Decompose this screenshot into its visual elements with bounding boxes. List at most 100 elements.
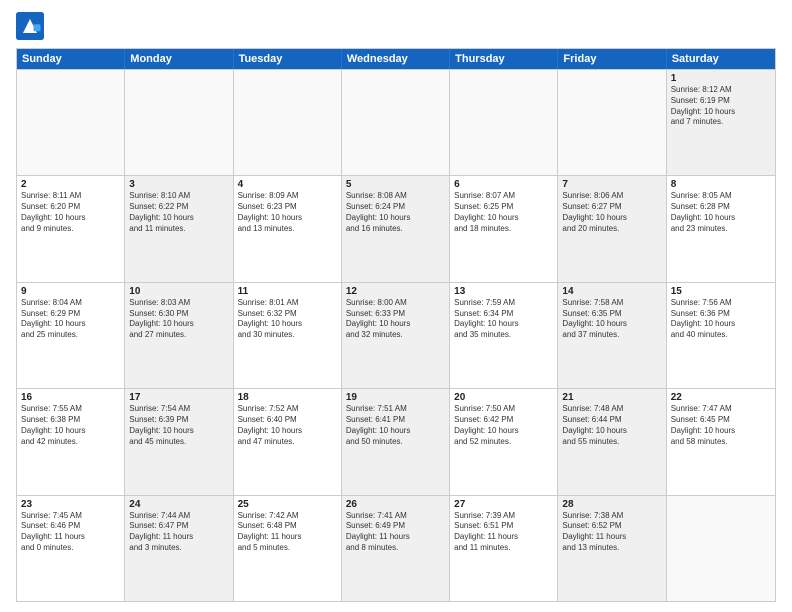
calendar-cell: 23Sunrise: 7:45 AM Sunset: 6:46 PM Dayli… bbox=[17, 496, 125, 601]
day-detail: Sunrise: 7:48 AM Sunset: 6:44 PM Dayligh… bbox=[562, 404, 661, 447]
day-header-monday: Monday bbox=[125, 49, 233, 69]
day-detail: Sunrise: 8:06 AM Sunset: 6:27 PM Dayligh… bbox=[562, 191, 661, 234]
calendar-cell: 2Sunrise: 8:11 AM Sunset: 6:20 PM Daylig… bbox=[17, 176, 125, 281]
day-detail: Sunrise: 7:42 AM Sunset: 6:48 PM Dayligh… bbox=[238, 511, 337, 554]
logo bbox=[16, 12, 48, 40]
calendar-cell: 8Sunrise: 8:05 AM Sunset: 6:28 PM Daylig… bbox=[667, 176, 775, 281]
calendar-cell: 24Sunrise: 7:44 AM Sunset: 6:47 PM Dayli… bbox=[125, 496, 233, 601]
calendar-cell: 10Sunrise: 8:03 AM Sunset: 6:30 PM Dayli… bbox=[125, 283, 233, 388]
day-number: 23 bbox=[21, 499, 120, 510]
calendar-week-5: 23Sunrise: 7:45 AM Sunset: 6:46 PM Dayli… bbox=[17, 495, 775, 601]
calendar-cell: 15Sunrise: 7:56 AM Sunset: 6:36 PM Dayli… bbox=[667, 283, 775, 388]
day-detail: Sunrise: 8:04 AM Sunset: 6:29 PM Dayligh… bbox=[21, 298, 120, 341]
day-detail: Sunrise: 8:01 AM Sunset: 6:32 PM Dayligh… bbox=[238, 298, 337, 341]
calendar-cell bbox=[342, 70, 450, 175]
day-number: 1 bbox=[671, 73, 771, 84]
day-number: 19 bbox=[346, 392, 445, 403]
day-number: 25 bbox=[238, 499, 337, 510]
calendar-cell: 11Sunrise: 8:01 AM Sunset: 6:32 PM Dayli… bbox=[234, 283, 342, 388]
day-number: 10 bbox=[129, 286, 228, 297]
calendar-cell: 9Sunrise: 8:04 AM Sunset: 6:29 PM Daylig… bbox=[17, 283, 125, 388]
calendar-cell: 14Sunrise: 7:58 AM Sunset: 6:35 PM Dayli… bbox=[558, 283, 666, 388]
day-number: 24 bbox=[129, 499, 228, 510]
day-detail: Sunrise: 7:56 AM Sunset: 6:36 PM Dayligh… bbox=[671, 298, 771, 341]
day-number: 13 bbox=[454, 286, 553, 297]
calendar-cell: 19Sunrise: 7:51 AM Sunset: 6:41 PM Dayli… bbox=[342, 389, 450, 494]
calendar-week-1: 1Sunrise: 8:12 AM Sunset: 6:19 PM Daylig… bbox=[17, 69, 775, 175]
day-detail: Sunrise: 8:08 AM Sunset: 6:24 PM Dayligh… bbox=[346, 191, 445, 234]
calendar-cell: 13Sunrise: 7:59 AM Sunset: 6:34 PM Dayli… bbox=[450, 283, 558, 388]
day-number: 6 bbox=[454, 179, 553, 190]
day-number: 15 bbox=[671, 286, 771, 297]
calendar-header: SundayMondayTuesdayWednesdayThursdayFrid… bbox=[17, 49, 775, 69]
calendar-body: 1Sunrise: 8:12 AM Sunset: 6:19 PM Daylig… bbox=[17, 69, 775, 601]
calendar-cell: 1Sunrise: 8:12 AM Sunset: 6:19 PM Daylig… bbox=[667, 70, 775, 175]
day-number: 14 bbox=[562, 286, 661, 297]
day-number: 3 bbox=[129, 179, 228, 190]
day-detail: Sunrise: 7:59 AM Sunset: 6:34 PM Dayligh… bbox=[454, 298, 553, 341]
day-number: 11 bbox=[238, 286, 337, 297]
calendar-cell: 22Sunrise: 7:47 AM Sunset: 6:45 PM Dayli… bbox=[667, 389, 775, 494]
calendar-cell bbox=[667, 496, 775, 601]
calendar-cell: 21Sunrise: 7:48 AM Sunset: 6:44 PM Dayli… bbox=[558, 389, 666, 494]
calendar-cell: 27Sunrise: 7:39 AM Sunset: 6:51 PM Dayli… bbox=[450, 496, 558, 601]
day-detail: Sunrise: 7:55 AM Sunset: 6:38 PM Dayligh… bbox=[21, 404, 120, 447]
day-number: 8 bbox=[671, 179, 771, 190]
calendar-cell: 6Sunrise: 8:07 AM Sunset: 6:25 PM Daylig… bbox=[450, 176, 558, 281]
day-number: 28 bbox=[562, 499, 661, 510]
day-number: 16 bbox=[21, 392, 120, 403]
logo-icon bbox=[16, 12, 44, 40]
day-header-thursday: Thursday bbox=[450, 49, 558, 69]
day-number: 17 bbox=[129, 392, 228, 403]
calendar-week-4: 16Sunrise: 7:55 AM Sunset: 6:38 PM Dayli… bbox=[17, 388, 775, 494]
day-detail: Sunrise: 8:05 AM Sunset: 6:28 PM Dayligh… bbox=[671, 191, 771, 234]
calendar-cell: 3Sunrise: 8:10 AM Sunset: 6:22 PM Daylig… bbox=[125, 176, 233, 281]
day-number: 12 bbox=[346, 286, 445, 297]
day-number: 4 bbox=[238, 179, 337, 190]
calendar-cell: 12Sunrise: 8:00 AM Sunset: 6:33 PM Dayli… bbox=[342, 283, 450, 388]
day-number: 7 bbox=[562, 179, 661, 190]
day-number: 9 bbox=[21, 286, 120, 297]
day-detail: Sunrise: 7:58 AM Sunset: 6:35 PM Dayligh… bbox=[562, 298, 661, 341]
calendar-cell bbox=[234, 70, 342, 175]
day-detail: Sunrise: 7:51 AM Sunset: 6:41 PM Dayligh… bbox=[346, 404, 445, 447]
day-detail: Sunrise: 8:03 AM Sunset: 6:30 PM Dayligh… bbox=[129, 298, 228, 341]
calendar-cell bbox=[558, 70, 666, 175]
day-detail: Sunrise: 7:52 AM Sunset: 6:40 PM Dayligh… bbox=[238, 404, 337, 447]
calendar-week-3: 9Sunrise: 8:04 AM Sunset: 6:29 PM Daylig… bbox=[17, 282, 775, 388]
day-detail: Sunrise: 8:11 AM Sunset: 6:20 PM Dayligh… bbox=[21, 191, 120, 234]
day-number: 18 bbox=[238, 392, 337, 403]
day-detail: Sunrise: 7:39 AM Sunset: 6:51 PM Dayligh… bbox=[454, 511, 553, 554]
calendar-cell: 18Sunrise: 7:52 AM Sunset: 6:40 PM Dayli… bbox=[234, 389, 342, 494]
calendar-cell: 5Sunrise: 8:08 AM Sunset: 6:24 PM Daylig… bbox=[342, 176, 450, 281]
day-header-wednesday: Wednesday bbox=[342, 49, 450, 69]
calendar-cell: 25Sunrise: 7:42 AM Sunset: 6:48 PM Dayli… bbox=[234, 496, 342, 601]
day-detail: Sunrise: 8:12 AM Sunset: 6:19 PM Dayligh… bbox=[671, 85, 771, 128]
day-header-tuesday: Tuesday bbox=[234, 49, 342, 69]
calendar-cell: 28Sunrise: 7:38 AM Sunset: 6:52 PM Dayli… bbox=[558, 496, 666, 601]
calendar-cell: 16Sunrise: 7:55 AM Sunset: 6:38 PM Dayli… bbox=[17, 389, 125, 494]
day-detail: Sunrise: 7:50 AM Sunset: 6:42 PM Dayligh… bbox=[454, 404, 553, 447]
day-number: 21 bbox=[562, 392, 661, 403]
header bbox=[16, 12, 776, 40]
day-number: 20 bbox=[454, 392, 553, 403]
calendar-week-2: 2Sunrise: 8:11 AM Sunset: 6:20 PM Daylig… bbox=[17, 175, 775, 281]
day-detail: Sunrise: 8:10 AM Sunset: 6:22 PM Dayligh… bbox=[129, 191, 228, 234]
day-number: 22 bbox=[671, 392, 771, 403]
page: SundayMondayTuesdayWednesdayThursdayFrid… bbox=[0, 0, 792, 612]
day-detail: Sunrise: 8:09 AM Sunset: 6:23 PM Dayligh… bbox=[238, 191, 337, 234]
calendar-cell: 17Sunrise: 7:54 AM Sunset: 6:39 PM Dayli… bbox=[125, 389, 233, 494]
day-number: 5 bbox=[346, 179, 445, 190]
calendar-cell bbox=[17, 70, 125, 175]
calendar-cell bbox=[125, 70, 233, 175]
day-detail: Sunrise: 7:41 AM Sunset: 6:49 PM Dayligh… bbox=[346, 511, 445, 554]
day-detail: Sunrise: 7:47 AM Sunset: 6:45 PM Dayligh… bbox=[671, 404, 771, 447]
day-detail: Sunrise: 8:07 AM Sunset: 6:25 PM Dayligh… bbox=[454, 191, 553, 234]
calendar-cell bbox=[450, 70, 558, 175]
calendar-cell: 26Sunrise: 7:41 AM Sunset: 6:49 PM Dayli… bbox=[342, 496, 450, 601]
day-number: 2 bbox=[21, 179, 120, 190]
day-detail: Sunrise: 7:38 AM Sunset: 6:52 PM Dayligh… bbox=[562, 511, 661, 554]
day-detail: Sunrise: 7:54 AM Sunset: 6:39 PM Dayligh… bbox=[129, 404, 228, 447]
calendar-cell: 4Sunrise: 8:09 AM Sunset: 6:23 PM Daylig… bbox=[234, 176, 342, 281]
day-header-sunday: Sunday bbox=[17, 49, 125, 69]
